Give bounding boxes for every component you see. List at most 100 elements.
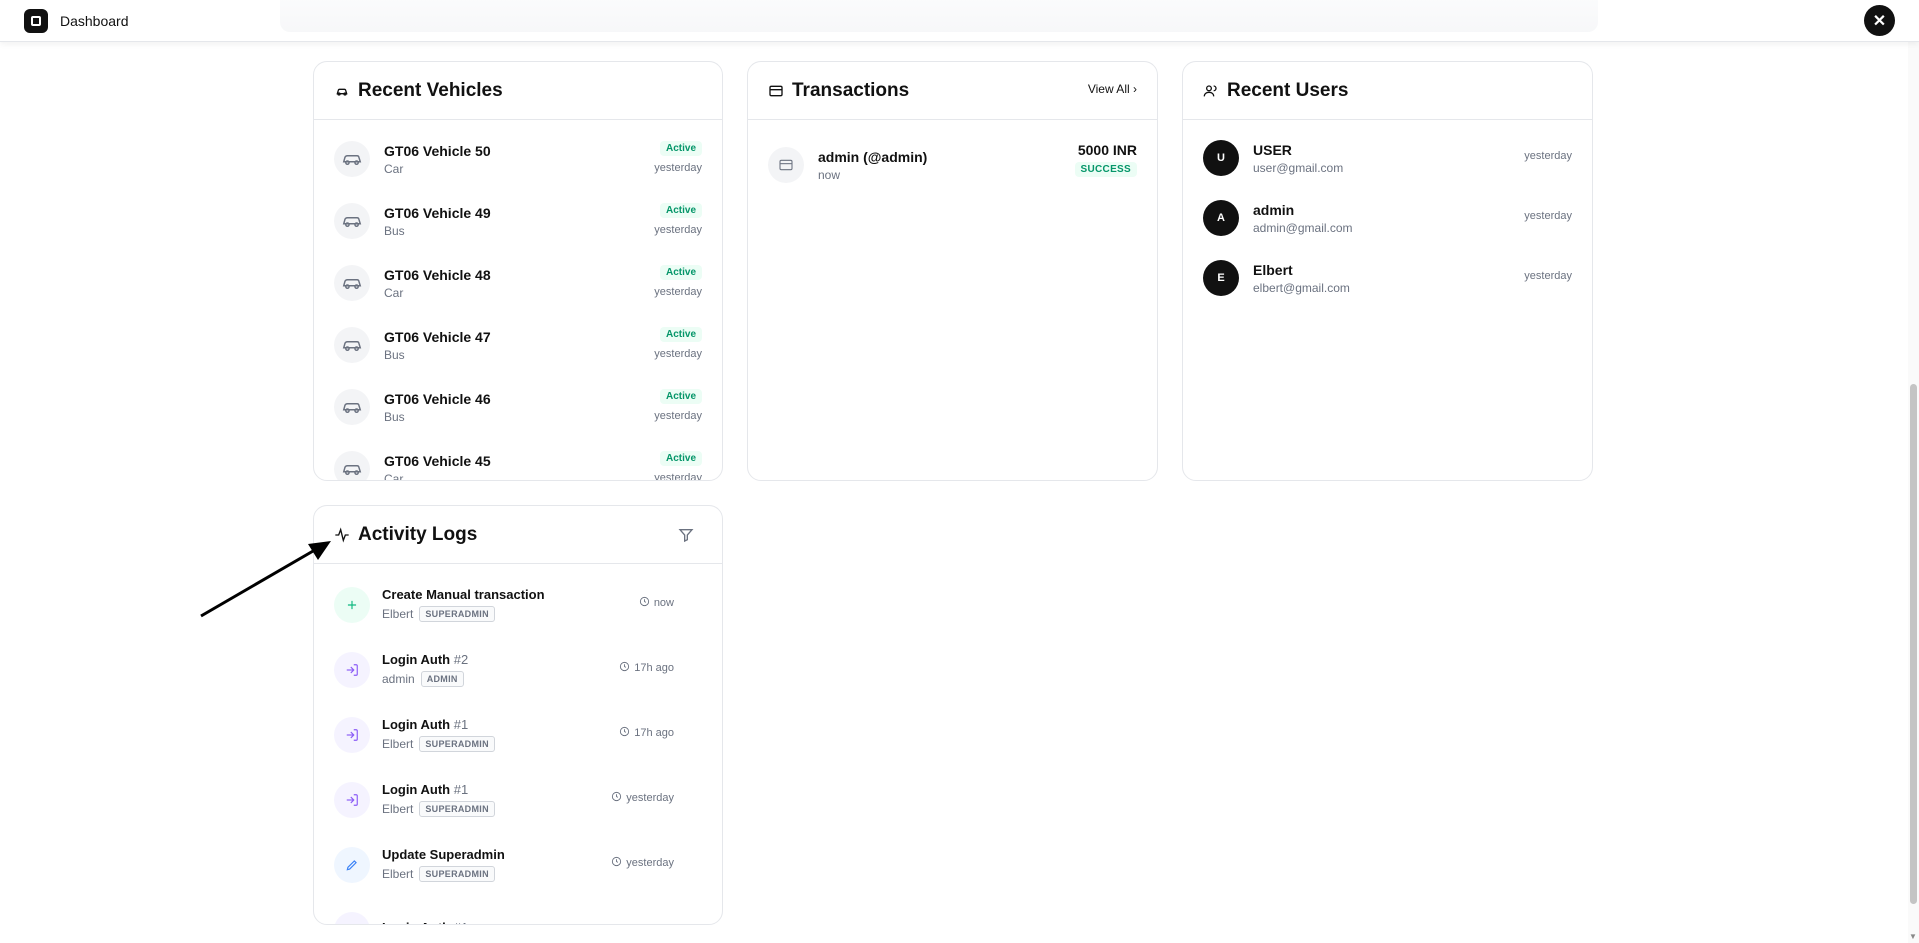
scroll-down-arrow-icon[interactable]: ▼ [1909,932,1917,941]
activity-log-row[interactable]: Login Auth #1 Elbert SUPERADMIN 17h ago [334,702,674,767]
log-user: admin [382,672,415,686]
activity-list: Create Manual transaction Elbert SUPERADM… [314,564,722,924]
avatar: U [1203,140,1239,176]
users-icon [1203,83,1219,99]
vehicle-time: yesterday [654,224,702,236]
activity-log-row[interactable]: Login Auth #2 admin ADMIN 17h ago [334,637,674,702]
page-title: Dashboard [60,13,129,29]
vehicle-type: Bus [384,347,405,362]
activity-log-row[interactable]: Login Auth #1 Elbert SUPERADMIN yesterday [334,767,674,832]
pencil-icon [334,846,370,883]
vehicle-name: GT06 Vehicle 49 [384,204,491,221]
user-name: admin [1253,201,1295,218]
transactions-list: admin (@admin) now 5000 INR SUCCESS [748,120,1157,202]
recent-vehicles-header: Recent Vehicles [314,62,722,120]
vehicle-row[interactable]: GT06 Vehicle 47 Bus Active yesterday [334,314,702,376]
vehicle-name: GT06 Vehicle 50 [384,142,491,159]
transaction-status-badge: SUCCESS [1074,162,1137,177]
vehicle-time: yesterday [654,410,702,422]
log-time-label: now [653,597,674,609]
login-icon [334,911,370,924]
log-title: Create Manual transaction [382,587,545,602]
user-row[interactable]: U USER user@gmail.com yesterday [1203,128,1572,188]
vehicle-time: yesterday [654,162,702,174]
log-time: now [639,596,674,610]
car-icon [334,389,370,425]
car-icon [334,451,370,480]
vehicle-row[interactable]: GT06 Vehicle 48 Car Active yesterday [334,252,702,314]
user-name: USER [1253,141,1292,158]
vehicles-list: GT06 Vehicle 50 Car Active yesterday GT0… [314,120,722,481]
vehicle-name: GT06 Vehicle 47 [384,328,491,345]
activity-icon [334,526,350,543]
vehicle-type: Car [384,471,404,481]
vehicle-row[interactable]: GT06 Vehicle 50 Car Active yesterday [334,128,702,190]
recent-users-title: Recent Users [1227,79,1349,101]
log-time-label: yesterday [626,792,674,804]
log-user: Elbert [382,607,414,621]
log-time: 17h ago [619,661,674,675]
top-bar: Dashboard ✕ [0,0,1919,42]
vehicle-type: Car [384,161,404,176]
vehicle-time: yesterday [654,472,702,481]
status-badge: Active [659,327,702,342]
vehicle-time: yesterday [654,348,702,360]
chevron-right-icon: › [1133,82,1137,96]
transaction-user: admin (@admin) [818,148,928,165]
log-time-label: 17h ago [634,662,674,674]
recent-vehicles-title: Recent Vehicles [358,79,503,101]
avatar: A [1203,200,1239,236]
user-row[interactable]: E Elbert elbert@gmail.com yesterday [1203,248,1572,308]
clock-icon [611,791,622,805]
vehicle-name: GT06 Vehicle 45 [384,452,491,469]
login-icon [334,651,370,688]
activity-logs-title: Activity Logs [358,523,478,545]
view-all-label: View All [1087,82,1130,96]
car-icon [334,327,370,363]
car-icon [334,83,350,99]
vehicle-row[interactable]: GT06 Vehicle 45 Car Active yesterday [334,438,702,481]
transactions-header: Transactions View All › [748,62,1157,120]
annotation-arrow [200,541,331,618]
car-icon [334,141,370,177]
log-title: Login Auth [382,782,451,797]
vehicle-time: yesterday [654,286,702,298]
filter-icon[interactable] [678,527,694,548]
login-icon [334,781,370,818]
credit-card-icon [768,83,784,99]
transactions-card: Transactions View All › admin (@admin) n… [747,61,1158,481]
scrollbar-thumb[interactable] [1910,384,1917,904]
vehicle-type: Car [384,285,404,300]
status-badge: Active [659,141,702,156]
login-icon [334,716,370,753]
transaction-row[interactable]: admin (@admin) now 5000 INR SUCCESS [768,128,1137,202]
top-bar-backdrop [280,0,1598,32]
activity-log-row[interactable]: Create Manual transaction Elbert SUPERADM… [334,572,674,637]
clock-icon [611,856,622,870]
user-time: yesterday [1524,210,1572,222]
activity-logs-header: Activity Logs [314,506,722,564]
close-button[interactable]: ✕ [1864,5,1895,36]
car-icon [334,265,370,301]
status-badge: Active [659,451,702,466]
log-number: #1 [453,782,469,797]
user-email: elbert@gmail.com [1253,280,1350,295]
activity-log-row[interactable]: Login Auth #1 [334,897,674,924]
log-number: #1 [453,717,469,732]
clock-icon [619,726,630,740]
activity-log-row[interactable]: Update Superadmin Elbert SUPERADMIN yeste… [334,832,674,897]
user-row[interactable]: A admin admin@gmail.com yesterday [1203,188,1572,248]
vehicle-row[interactable]: GT06 Vehicle 46 Bus Active yesterday [334,376,702,438]
app-logo-icon [24,9,48,33]
plus-icon [334,586,370,623]
log-title: Login Auth [382,652,451,667]
view-all-link[interactable]: View All › [1088,82,1137,96]
vehicle-row[interactable]: GT06 Vehicle 49 Bus Active yesterday [334,190,702,252]
log-number: #2 [453,652,469,667]
log-time: yesterday [611,856,674,870]
vehicle-type: Bus [384,223,405,238]
car-icon [334,203,370,239]
user-time: yesterday [1524,270,1572,282]
transaction-time: now [818,167,841,182]
log-title: Login Auth [382,920,450,924]
